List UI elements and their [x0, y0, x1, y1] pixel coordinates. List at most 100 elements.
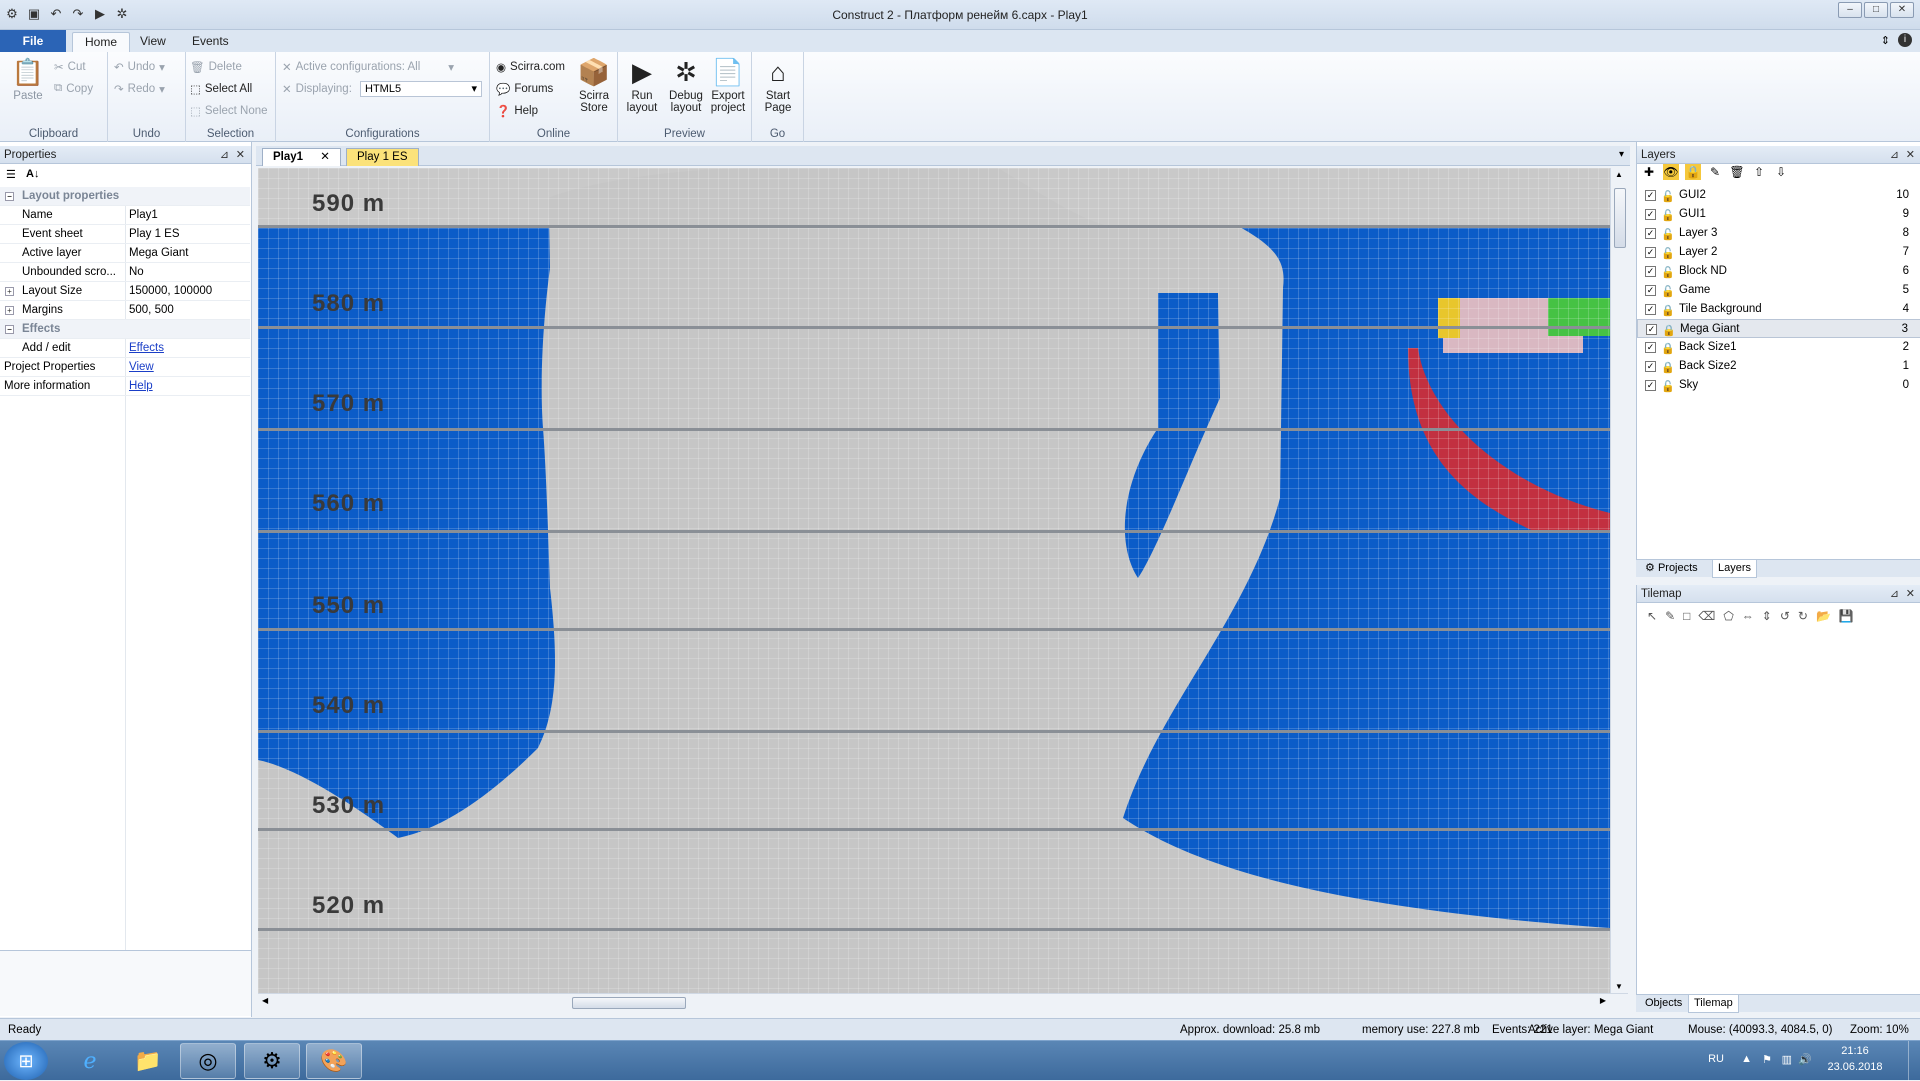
- language-indicator[interactable]: RU: [1708, 1053, 1724, 1065]
- layer-visible-checkbox[interactable]: ✓: [1645, 380, 1656, 391]
- pointer-icon[interactable]: ↖: [1647, 609, 1657, 623]
- tab-tilemap[interactable]: Tilemap: [1688, 995, 1739, 1013]
- alphabetical-sort-icon[interactable]: A↓: [26, 168, 39, 180]
- property-row[interactable]: Event sheet Play 1 ES: [0, 225, 250, 244]
- property-row[interactable]: Unbounded scro... No: [0, 263, 250, 282]
- scroll-left-icon[interactable]: ◀: [262, 996, 268, 1005]
- taskbar-explorer[interactable]: 📁: [120, 1043, 176, 1079]
- eye-icon[interactable]: 👁: [1663, 164, 1679, 180]
- pin-icon[interactable]: ⊿: [220, 146, 229, 164]
- expand-icon[interactable]: +: [5, 287, 14, 296]
- show-desktop-button[interactable]: [1908, 1041, 1920, 1081]
- close-icon[interactable]: ✕: [1906, 585, 1915, 603]
- layout-canvas[interactable]: 590 m 580 m 570 m 560 m 550 m 540 m 530 …: [258, 168, 1610, 993]
- export-project-button[interactable]: 📄 Export project: [706, 56, 750, 114]
- copy-button[interactable]: ⧉ Copy: [54, 82, 93, 95]
- add-layer-icon[interactable]: ✚: [1641, 164, 1657, 180]
- layer-visible-checkbox[interactable]: ✓: [1645, 209, 1656, 220]
- rotate-cw-icon[interactable]: ↻: [1798, 609, 1808, 623]
- layer-visible-checkbox[interactable]: ✓: [1645, 361, 1656, 372]
- layer-item[interactable]: ✓ 🔓 Layer 38: [1637, 224, 1920, 243]
- layer-visible-checkbox[interactable]: ✓: [1645, 266, 1656, 277]
- layer-item[interactable]: ✓ 🔒 Back Size2 1: [1637, 357, 1920, 376]
- move-up-icon[interactable]: ⇧: [1751, 164, 1767, 180]
- scroll-up-icon[interactable]: ▲: [1615, 170, 1623, 179]
- close-icon[interactable]: ✕: [1906, 146, 1915, 164]
- layer-item[interactable]: ✓ 🔒 Back Size1 2: [1637, 338, 1920, 357]
- chevron-down-icon[interactable]: ▾: [1619, 149, 1624, 160]
- help-link[interactable]: Help: [129, 377, 153, 396]
- select-all-button[interactable]: ⬚ Select All: [190, 82, 252, 96]
- rectangle-icon[interactable]: □: [1683, 609, 1690, 623]
- select-none-button[interactable]: ⬚ Select None: [190, 104, 268, 118]
- save-icon[interactable]: 💾: [1839, 609, 1854, 623]
- lock-icon[interactable]: 🔒: [1685, 164, 1701, 180]
- layer-item-selected[interactable]: ✓ 🔒 Mega Giant 3: [1637, 319, 1920, 338]
- start-page-button[interactable]: ⌂ Start Page: [756, 56, 800, 114]
- flip-icon[interactable]: ⇕: [1762, 609, 1772, 623]
- ribbon-minimize-icon[interactable]: ⇕: [1881, 34, 1890, 47]
- forums-link[interactable]: 💬 Forums: [496, 82, 553, 96]
- property-row[interactable]: Name Play1: [0, 206, 250, 225]
- paste-button[interactable]: 📋 Paste: [6, 56, 50, 102]
- close-button[interactable]: ✕: [1890, 2, 1914, 18]
- delete-layer-icon[interactable]: 🗑: [1729, 164, 1745, 180]
- close-icon[interactable]: ✕: [320, 151, 330, 163]
- clock-time[interactable]: 21:16: [1820, 1045, 1890, 1057]
- layer-item[interactable]: ✓ 🔓 Sky 0: [1637, 376, 1920, 395]
- redo-button[interactable]: ↷ Redo ▾: [114, 82, 165, 96]
- layout-properties-category[interactable]: − Layout properties: [0, 187, 250, 206]
- info-icon[interactable]: i: [1898, 33, 1912, 47]
- active-configurations-dropdown[interactable]: ✕ Active configurations: All ▾: [282, 60, 454, 74]
- effects-category[interactable]: − Effects: [0, 320, 250, 339]
- rotate-ccw-icon[interactable]: ↺: [1780, 609, 1790, 623]
- property-row[interactable]: + Layout Size 150000, 100000: [0, 282, 250, 301]
- layer-item[interactable]: ✓ 🔓 GUI1 9: [1637, 205, 1920, 224]
- layer-item[interactable]: ✓ 🔓 Block ND 6: [1637, 262, 1920, 281]
- tab-projects[interactable]: ⚙ Projects: [1640, 560, 1703, 578]
- taskbar-chrome[interactable]: ◎: [180, 1043, 236, 1079]
- network-icon[interactable]: ▥: [1782, 1053, 1792, 1066]
- tab-layers[interactable]: Layers: [1712, 560, 1758, 578]
- layer-item[interactable]: ✓ 🔓 Layer 27: [1637, 243, 1920, 262]
- scroll-right-icon[interactable]: ▶: [1600, 996, 1606, 1005]
- maximize-button[interactable]: □: [1864, 2, 1888, 18]
- layer-visible-checkbox[interactable]: ✓: [1646, 324, 1657, 335]
- delete-button[interactable]: 🗑 Delete: [190, 60, 242, 74]
- tab-objects[interactable]: Objects: [1640, 995, 1687, 1013]
- undo-button[interactable]: ↶ Undo ▾: [114, 60, 165, 74]
- close-icon[interactable]: ✕: [236, 146, 245, 164]
- layer-item[interactable]: ✓ 🔓 Game 5: [1637, 281, 1920, 300]
- help-link[interactable]: ❓ Help: [496, 104, 538, 118]
- displaying-select[interactable]: HTML5 ▾: [360, 81, 482, 97]
- vertical-scrollbar[interactable]: ▲ ▼: [1610, 168, 1628, 993]
- expand-icon[interactable]: +: [5, 306, 14, 315]
- scroll-down-icon[interactable]: ▼: [1615, 982, 1623, 991]
- pencil-icon[interactable]: ✎: [1665, 609, 1675, 623]
- horizontal-scroll-thumb[interactable]: [572, 997, 686, 1009]
- scirra-store-button[interactable]: 📦 Scirra Store: [572, 56, 616, 114]
- mirror-icon[interactable]: ⇔: [1742, 609, 1754, 623]
- start-button[interactable]: ⊞: [4, 1042, 48, 1080]
- layer-item[interactable]: ✓ 🔒 Tile Background 4: [1637, 300, 1920, 319]
- categorized-sort-icon[interactable]: ☰: [6, 168, 16, 181]
- layer-item[interactable]: ✓ 🔓 GUI2 10: [1637, 186, 1920, 205]
- minimize-button[interactable]: –: [1838, 2, 1862, 18]
- tab-play1[interactable]: Play1 ✕: [262, 148, 341, 166]
- cut-button[interactable]: ✂ Cut: [54, 60, 86, 74]
- run-layout-button[interactable]: ▶ Run layout: [620, 56, 664, 114]
- tab-view[interactable]: View: [128, 32, 178, 52]
- taskbar-ie[interactable]: ℯ: [62, 1043, 118, 1079]
- horizontal-scrollbar[interactable]: ◀ ▶: [258, 993, 1628, 1011]
- tab-file[interactable]: File: [0, 30, 66, 52]
- layer-visible-checkbox[interactable]: ✓: [1645, 228, 1656, 239]
- tab-play1-es[interactable]: Play 1 ES: [346, 148, 419, 166]
- view-link[interactable]: View: [129, 358, 154, 377]
- unlock-icon[interactable]: 🔓: [1661, 378, 1675, 397]
- collapse-icon[interactable]: −: [5, 325, 14, 334]
- debug-layout-button[interactable]: ✲ Debug layout: [664, 56, 708, 114]
- stamp-icon[interactable]: ⬠: [1723, 609, 1733, 623]
- property-row[interactable]: Active layer Mega Giant: [0, 244, 250, 263]
- vertical-scroll-thumb[interactable]: [1614, 188, 1626, 248]
- move-down-icon[interactable]: ⇩: [1773, 164, 1789, 180]
